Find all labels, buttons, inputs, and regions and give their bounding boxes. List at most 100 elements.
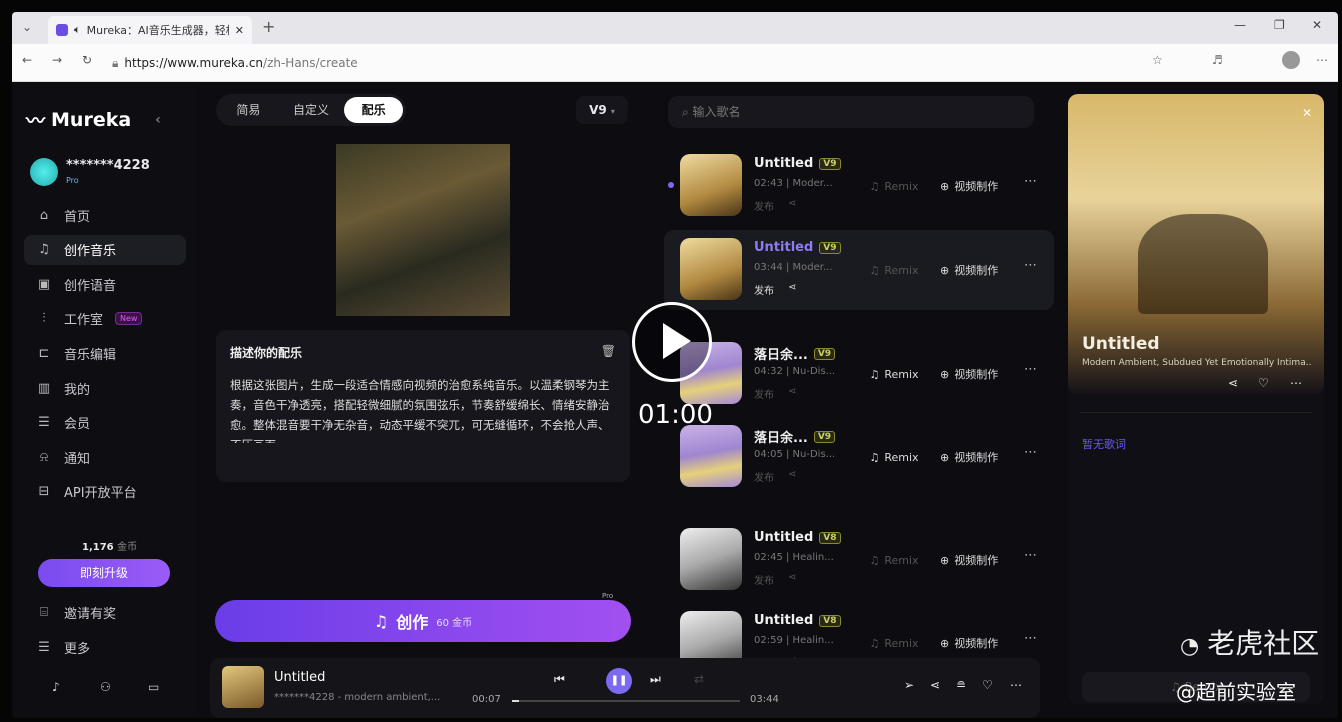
tab-list-icon[interactable]: ⌄ <box>22 20 32 34</box>
song-title[interactable]: Untitled V8 <box>754 530 841 545</box>
publish-button[interactable]: 发布 <box>754 469 774 484</box>
tab-simple[interactable]: 简易 <box>219 97 278 123</box>
remix-button[interactable]: ♫ Remix <box>860 631 928 655</box>
song-title[interactable]: Untitled V8 <box>754 613 841 628</box>
bilibili-icon[interactable]: ▭ <box>148 680 159 694</box>
video-create-button[interactable]: ⊕ 视频制作 <box>940 258 998 282</box>
remix-button[interactable]: ♫ Remix <box>860 362 928 386</box>
song-row[interactable]: Untitled V8 02:45 | Healin... 发布 ⋖ ♫ Remix … <box>664 520 1054 600</box>
audio-icon[interactable]: 🔈︎ <box>74 23 81 37</box>
upgrade-button[interactable]: 即刻升级 <box>38 559 170 587</box>
forward-icon[interactable]: → <box>52 53 62 67</box>
song-row[interactable]: 落日余... V9 04:32 | Nu-Dis... 发布 ⋖ ♫ Remix ⊕ 视… <box>664 334 1054 414</box>
back-icon[interactable]: ← <box>22 53 32 67</box>
heart-icon[interactable]: ♡ <box>1258 376 1269 390</box>
share-icon[interactable]: ⋖ <box>1228 376 1238 390</box>
remix-button[interactable]: ♫ Remix <box>860 258 928 282</box>
video-create-button[interactable]: ⊕ 视频制作 <box>940 362 998 386</box>
close-tab-icon[interactable]: ✕ <box>235 24 244 37</box>
heart-icon[interactable]: ♡ <box>982 678 993 692</box>
more-icon[interactable]: ⋯ <box>1024 174 1037 189</box>
close-window-icon[interactable]: ✕ <box>1312 18 1322 32</box>
song-cover[interactable] <box>680 238 742 300</box>
browser-tab[interactable]: 🔈︎ Mureka：AI音乐生成器，轻松... ✕ <box>48 16 252 44</box>
song-cover[interactable] <box>680 154 742 216</box>
share-icon[interactable]: ⋖ <box>788 386 796 401</box>
sidebar-item-more[interactable]: ☰ 更多 <box>24 632 186 662</box>
more-icon[interactable]: ⋯ <box>1024 445 1037 460</box>
more-icon[interactable]: ⋯ <box>1010 678 1022 692</box>
sidebar-item-5[interactable]: ▥ 我的 <box>24 373 186 403</box>
previous-icon[interactable]: ⏮︎ <box>554 672 565 687</box>
create-button[interactable]: ♫ 创作 60 金币 <box>215 600 631 642</box>
sidebar-item-7[interactable]: ⍾ 通知 <box>24 442 186 472</box>
next-icon[interactable]: ⏭︎ <box>650 672 661 687</box>
sidebar-item-3[interactable]: ⫶ 工作室 New <box>24 304 186 334</box>
player-cover[interactable] <box>222 666 264 708</box>
version-select[interactable]: V9 ▾ <box>576 96 628 124</box>
favorites-icon[interactable]: ☆ <box>1152 53 1163 67</box>
menu-icon[interactable]: ⋯ <box>1316 53 1328 67</box>
publish-button[interactable]: 发布 <box>754 572 774 587</box>
video-play-button[interactable] <box>632 302 712 382</box>
sidebar-item-8[interactable]: ⊟ API开放平台 <box>24 477 186 507</box>
community-icon[interactable]: ⚇ <box>100 680 111 694</box>
song-row[interactable]: Untitled V9 03:44 | Moder... 发布 ⋖ ♫ Remix ⊕… <box>664 230 1054 310</box>
share-icon[interactable]: ⋖ <box>930 678 940 692</box>
url-input[interactable]: 🔒︎ https://www.mureka.cn/zh-Hans/create <box>112 51 1102 75</box>
reload-icon[interactable]: ↻ <box>82 53 92 67</box>
more-icon[interactable]: ⋯ <box>1024 258 1037 273</box>
sidebar-item-2[interactable]: ▣ 创作语音 <box>24 269 186 299</box>
song-cover[interactable] <box>680 425 742 487</box>
remix-button[interactable]: ♫ Remix <box>860 445 928 469</box>
pause-button[interactable]: ❚❚ <box>606 668 632 694</box>
collapse-icon[interactable]: ‹ <box>155 112 161 128</box>
playlist-icon[interactable]: ≘ <box>956 678 966 692</box>
avatar[interactable] <box>30 158 58 186</box>
song-cover[interactable] <box>680 528 742 590</box>
song-title[interactable]: Untitled V9 <box>754 240 841 255</box>
publish-button[interactable]: 发布 <box>754 198 774 213</box>
video-create-button[interactable]: ⊕ 视频制作 <box>940 445 998 469</box>
song-row[interactable]: 落日余... V9 04:05 | Nu-Dis... 发布 ⋖ ♫ Remix ⊕ 视… <box>664 417 1054 497</box>
more-icon[interactable]: ⋯ <box>1290 376 1302 390</box>
profile-avatar[interactable] <box>1282 51 1300 69</box>
video-create-button[interactable]: ⊕ 视频制作 <box>940 548 998 572</box>
new-tab-icon[interactable]: + <box>262 17 275 36</box>
logo[interactable]: 〰 Mureka ‹ <box>26 106 161 133</box>
share-icon[interactable]: ⋖ <box>788 572 796 587</box>
sidebar-item-invite[interactable]: ⌸ 邀请有奖 <box>24 597 186 627</box>
more-icon[interactable]: ⋯ <box>1024 631 1037 646</box>
share-icon[interactable]: ⋖ <box>788 469 796 484</box>
tiktok-icon[interactable]: ♪ <box>52 680 60 694</box>
restore-icon[interactable]: ❐ <box>1274 18 1285 32</box>
song-title[interactable]: 落日余... V9 <box>754 427 836 446</box>
more-icon[interactable]: ⋯ <box>1024 362 1037 377</box>
remix-button[interactable]: ♫ Remix <box>860 174 928 198</box>
more-icon[interactable]: ⋯ <box>1024 548 1037 563</box>
share-icon[interactable]: ⋖ <box>788 198 796 213</box>
song-title[interactable]: 落日余... V9 <box>754 344 836 363</box>
search-input[interactable]: ⌕ 输入歌名 <box>668 96 1034 128</box>
extensions-icon[interactable]: ♬ <box>1212 53 1223 67</box>
sidebar-item-0[interactable]: ⌂ 首页 <box>24 200 186 230</box>
close-icon[interactable]: ✕ <box>1302 106 1312 120</box>
reference-image[interactable] <box>336 144 510 316</box>
progress-slider[interactable] <box>512 700 740 702</box>
sidebar-item-1[interactable]: ♫ 创作音乐 <box>24 234 186 265</box>
song-title[interactable]: Untitled V9 <box>754 156 841 171</box>
video-create-button[interactable]: ⊕ 视频制作 <box>940 631 998 655</box>
video-create-button[interactable]: ⊕ 视频制作 <box>940 174 998 198</box>
sidebar-item-6[interactable]: ☰ 会员 <box>24 408 186 438</box>
publish-button[interactable]: 发布 <box>754 386 774 401</box>
minimize-icon[interactable]: — <box>1234 18 1246 32</box>
tab-custom[interactable]: 自定义 <box>282 97 341 123</box>
trash-icon[interactable]: 🗑︎ <box>601 344 616 358</box>
send-icon[interactable]: ➢ <box>904 678 914 692</box>
song-row[interactable]: Untitled V9 02:43 | Moder... 发布 ⋖ ♫ Remix ⊕… <box>664 146 1054 226</box>
sidebar-item-4[interactable]: ⊏ 音乐编辑 <box>24 338 186 368</box>
remix-button[interactable]: ♫ Remix <box>860 548 928 572</box>
publish-button[interactable]: 发布 <box>754 282 774 297</box>
share-icon[interactable]: ⋖ <box>788 282 796 297</box>
description-input[interactable]: 根据这张图片，生成一段适合情感向视频的治愈系纯音乐。以温柔钢琴为主奏，音色干净透… <box>230 375 616 443</box>
